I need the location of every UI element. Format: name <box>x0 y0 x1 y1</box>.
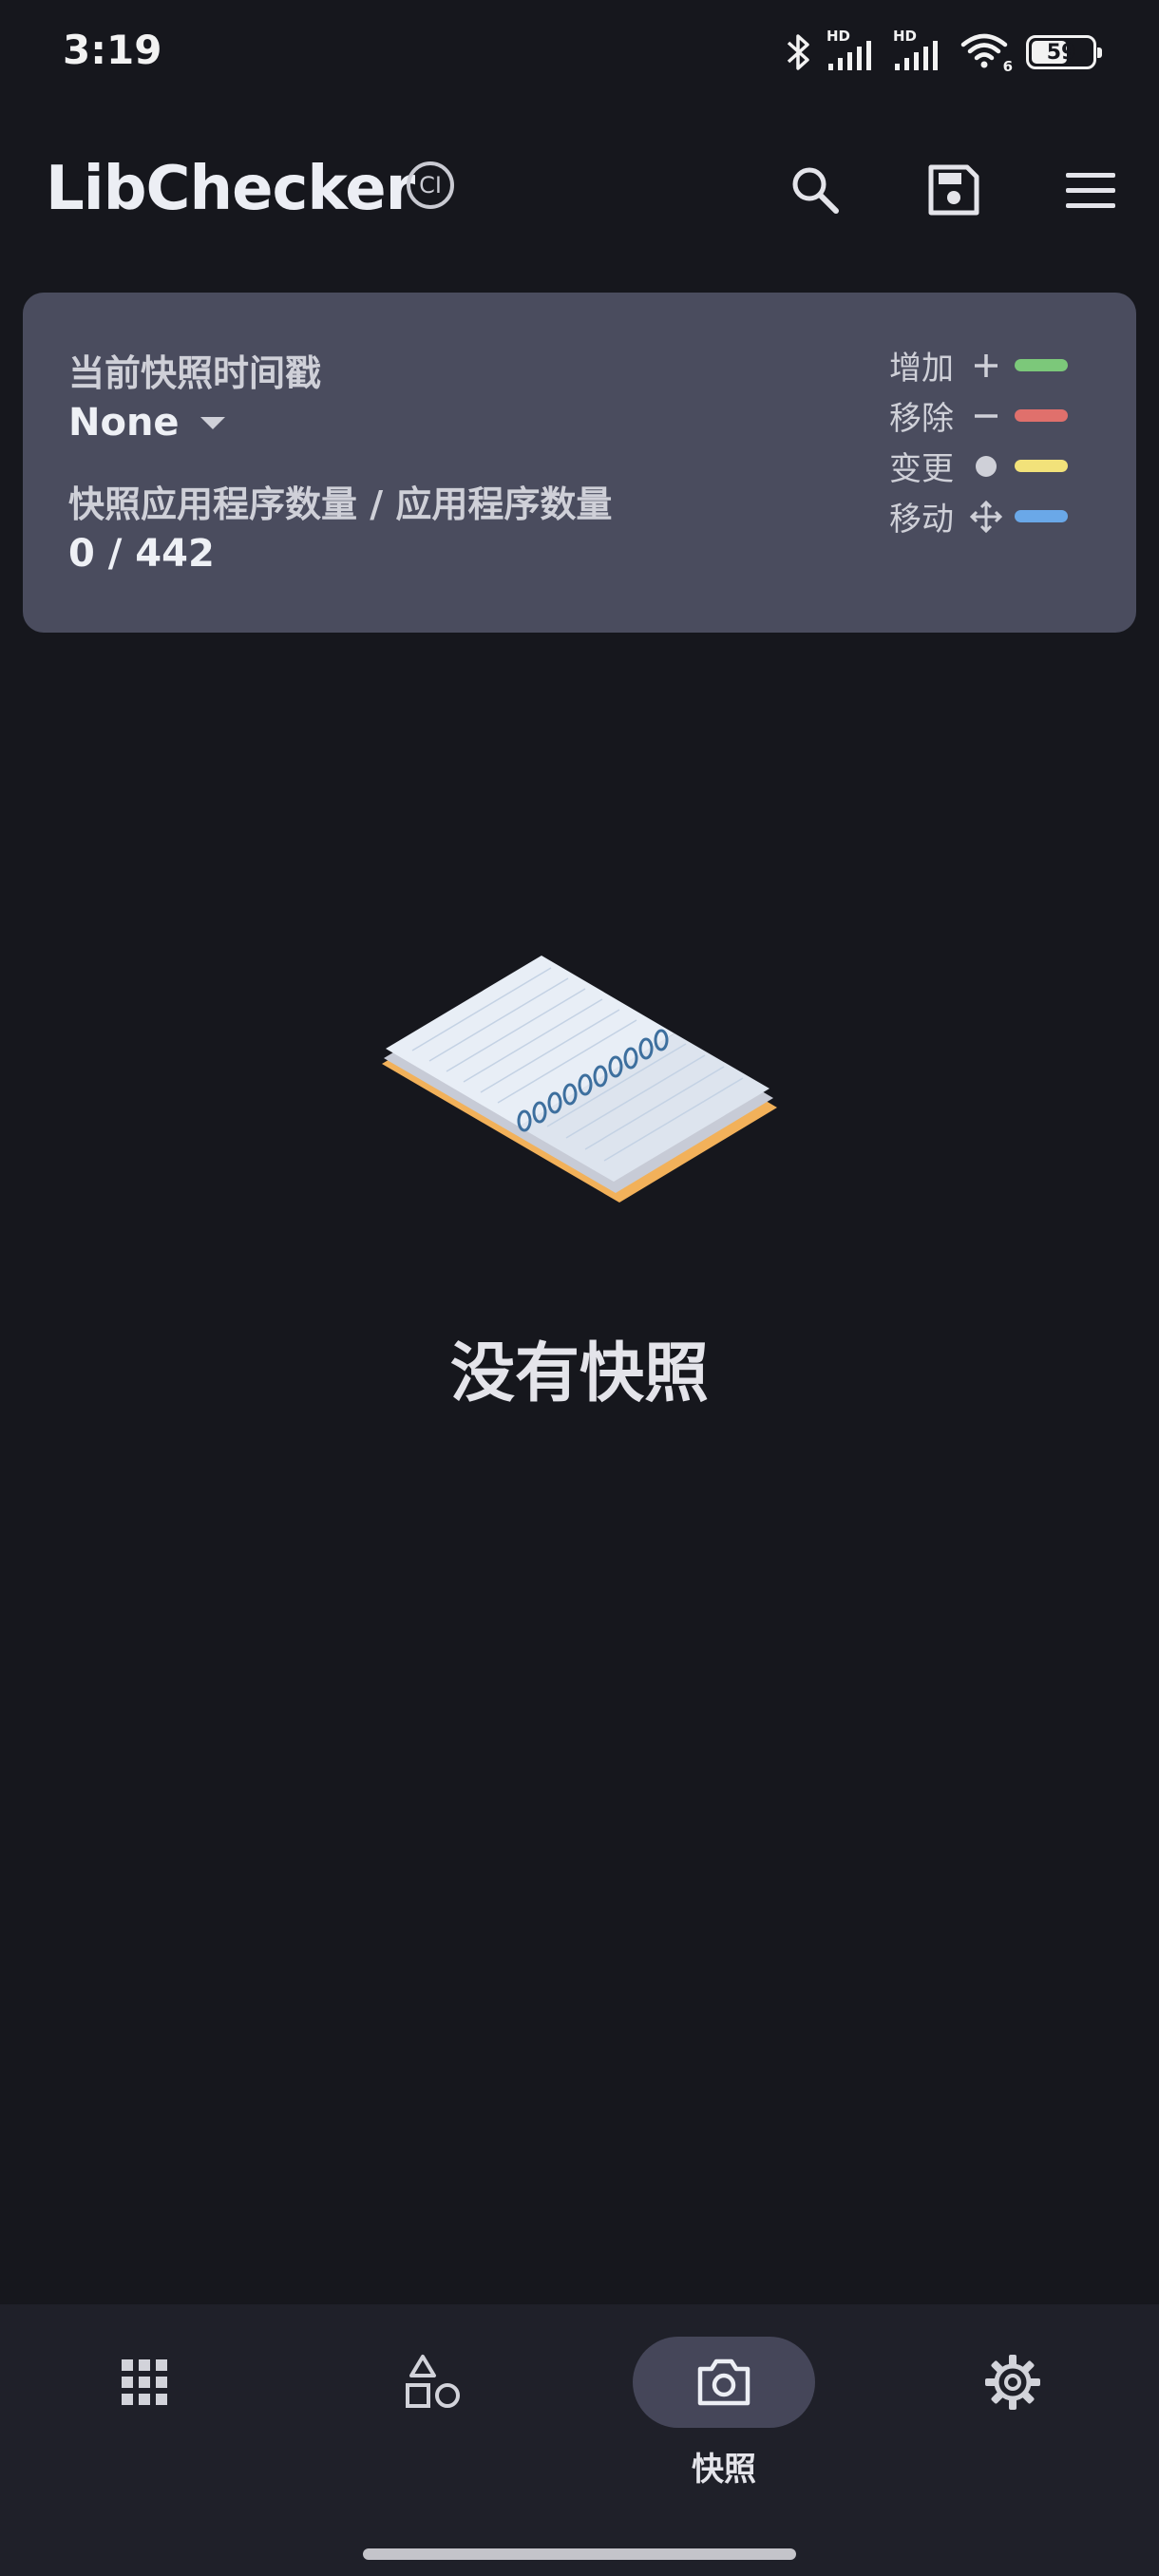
nav-item-settings[interactable] <box>918 2337 1108 2527</box>
dropdown-arrow-icon <box>200 417 225 429</box>
legend-color-bar <box>1015 460 1068 472</box>
home-indicator[interactable] <box>363 2548 796 2560</box>
cell-signal-icon <box>828 41 871 70</box>
legend-label: 移除 <box>889 400 954 438</box>
menu-button[interactable] <box>1053 152 1129 228</box>
status-bar: 3:19 HD HD 6 59 <box>0 0 1159 104</box>
nav-active-pill <box>633 2337 815 2428</box>
legend-row-removed: 移除 <box>889 390 1079 441</box>
bottom-navigation: 快照 <box>0 2304 1159 2576</box>
legend-label: 增加 <box>889 350 954 388</box>
snapshot-timestamp-value: None <box>68 401 180 445</box>
cell-signal-icon <box>895 41 938 70</box>
nav-item-apps[interactable] <box>49 2337 239 2527</box>
snapshot-count-value: 0 / 442 <box>68 532 215 576</box>
search-icon <box>792 167 839 214</box>
battery-level-label: 59 <box>1046 40 1076 65</box>
nav-label-snapshot: 快照 <box>692 2451 756 2489</box>
shapes-icon <box>406 2355 460 2408</box>
wifi-icon <box>960 33 1008 68</box>
snapshot-info-card: 当前快照时间戳 None 快照应用程序数量 / 应用程序数量 0 / 442 增… <box>23 293 1136 633</box>
menu-icon <box>1066 173 1115 208</box>
nav-item-snapshot[interactable]: 快照 <box>629 2337 819 2527</box>
status-time: 3:19 <box>63 27 162 73</box>
wifi-indicator: 6 <box>960 31 1013 75</box>
legend-row-moved: 移动 <box>889 491 1079 541</box>
wifi-version-label: 6 <box>1002 58 1013 75</box>
dot-icon <box>976 455 997 477</box>
bluetooth-icon <box>787 34 809 70</box>
nav-item-statistics[interactable] <box>338 2337 528 2527</box>
legend-label: 移动 <box>889 501 954 539</box>
status-icons: HD HD 6 59 <box>785 28 1102 76</box>
camera-icon <box>697 2358 750 2406</box>
move-icon <box>970 500 1002 533</box>
empty-state-message: 没有快照 <box>449 1336 709 1411</box>
battery-indicator: 59 <box>1026 35 1102 69</box>
settings-icon <box>985 2355 1040 2410</box>
diff-legend: 增加 移除 变更 移动 <box>889 340 1079 541</box>
save-button[interactable] <box>916 152 992 228</box>
plus-icon <box>975 353 998 377</box>
legend-row-changed: 变更 <box>889 441 1079 491</box>
search-button[interactable] <box>777 152 853 228</box>
snapshot-timestamp-label: 当前快照时间戳 <box>68 352 322 394</box>
snapshot-timestamp-dropdown[interactable]: None <box>68 401 227 445</box>
legend-color-bar <box>1015 409 1068 422</box>
snapshot-count-label: 快照应用程序数量 / 应用程序数量 <box>68 483 613 525</box>
libchecker-snapshot-screen: 3:19 HD HD 6 59 LibChecker CI 当前快照时间戳 No… <box>0 0 1159 2576</box>
save-icon <box>928 164 979 216</box>
apps-grid-icon <box>122 2359 167 2405</box>
app-title: LibChecker <box>46 154 415 224</box>
legend-row-added: 增加 <box>889 340 1079 390</box>
cell-signal-1: HD <box>826 28 880 73</box>
minus-icon <box>975 413 998 418</box>
legend-color-bar <box>1015 510 1068 522</box>
cell-signal-2: HD <box>893 28 946 73</box>
ci-badge: CI <box>407 161 454 209</box>
app-bar: LibChecker CI <box>0 133 1159 247</box>
legend-color-bar <box>1015 359 1068 371</box>
legend-label: 变更 <box>889 450 954 488</box>
empty-notebook-illustration <box>382 956 777 1203</box>
